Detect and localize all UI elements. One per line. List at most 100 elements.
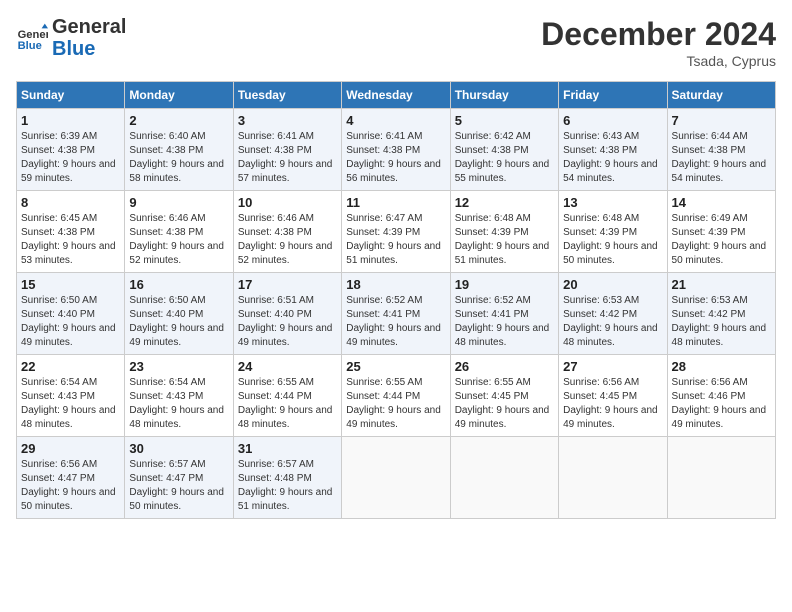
- calendar-cell: 17 Sunrise: 6:51 AM Sunset: 4:40 PM Dayl…: [233, 273, 341, 355]
- calendar-week-row: 1 Sunrise: 6:39 AM Sunset: 4:38 PM Dayli…: [17, 109, 776, 191]
- calendar-cell: 14 Sunrise: 6:49 AM Sunset: 4:39 PM Dayl…: [667, 191, 775, 273]
- calendar-cell: [342, 437, 450, 519]
- calendar-cell: 7 Sunrise: 6:44 AM Sunset: 4:38 PM Dayli…: [667, 109, 775, 191]
- day-info: Sunrise: 6:56 AM Sunset: 4:45 PM Dayligh…: [563, 376, 662, 432]
- calendar-cell: 3 Sunrise: 6:41 AM Sunset: 4:38 PM Dayli…: [233, 109, 341, 191]
- day-number: 18: [346, 277, 445, 292]
- day-number: 26: [455, 359, 554, 374]
- day-number: 12: [455, 195, 554, 210]
- calendar-cell: 16 Sunrise: 6:50 AM Sunset: 4:40 PM Dayl…: [125, 273, 233, 355]
- day-number: 17: [238, 277, 337, 292]
- svg-text:Blue: Blue: [18, 40, 42, 52]
- day-info: Sunrise: 6:48 AM Sunset: 4:39 PM Dayligh…: [563, 212, 662, 268]
- day-info: Sunrise: 6:51 AM Sunset: 4:40 PM Dayligh…: [238, 294, 337, 350]
- calendar-header-wednesday: Wednesday: [342, 82, 450, 109]
- calendar-header-friday: Friday: [559, 82, 667, 109]
- calendar-cell: 27 Sunrise: 6:56 AM Sunset: 4:45 PM Dayl…: [559, 355, 667, 437]
- calendar-header-tuesday: Tuesday: [233, 82, 341, 109]
- day-info: Sunrise: 6:40 AM Sunset: 4:38 PM Dayligh…: [129, 130, 228, 186]
- calendar-cell: 30 Sunrise: 6:57 AM Sunset: 4:47 PM Dayl…: [125, 437, 233, 519]
- day-number: 9: [129, 195, 228, 210]
- day-number: 24: [238, 359, 337, 374]
- day-info: Sunrise: 6:50 AM Sunset: 4:40 PM Dayligh…: [21, 294, 120, 350]
- calendar-header-monday: Monday: [125, 82, 233, 109]
- calendar-cell: 21 Sunrise: 6:53 AM Sunset: 4:42 PM Dayl…: [667, 273, 775, 355]
- svg-text:General: General: [18, 29, 48, 41]
- day-info: Sunrise: 6:56 AM Sunset: 4:47 PM Dayligh…: [21, 458, 120, 514]
- calendar-cell: 24 Sunrise: 6:55 AM Sunset: 4:44 PM Dayl…: [233, 355, 341, 437]
- calendar-header-saturday: Saturday: [667, 82, 775, 109]
- calendar-cell: [559, 437, 667, 519]
- calendar-header-sunday: Sunday: [17, 82, 125, 109]
- calendar-cell: 13 Sunrise: 6:48 AM Sunset: 4:39 PM Dayl…: [559, 191, 667, 273]
- page-header: General Blue GeneralBlue December 2024 T…: [16, 16, 776, 69]
- calendar-cell: 28 Sunrise: 6:56 AM Sunset: 4:46 PM Dayl…: [667, 355, 775, 437]
- day-info: Sunrise: 6:55 AM Sunset: 4:45 PM Dayligh…: [455, 376, 554, 432]
- day-number: 13: [563, 195, 662, 210]
- calendar-cell: 18 Sunrise: 6:52 AM Sunset: 4:41 PM Dayl…: [342, 273, 450, 355]
- calendar-week-row: 29 Sunrise: 6:56 AM Sunset: 4:47 PM Dayl…: [17, 437, 776, 519]
- calendar-cell: 10 Sunrise: 6:46 AM Sunset: 4:38 PM Dayl…: [233, 191, 341, 273]
- day-number: 14: [672, 195, 771, 210]
- day-number: 29: [21, 441, 120, 456]
- calendar-cell: 6 Sunrise: 6:43 AM Sunset: 4:38 PM Dayli…: [559, 109, 667, 191]
- calendar-week-row: 15 Sunrise: 6:50 AM Sunset: 4:40 PM Dayl…: [17, 273, 776, 355]
- day-number: 16: [129, 277, 228, 292]
- calendar-cell: 26 Sunrise: 6:55 AM Sunset: 4:45 PM Dayl…: [450, 355, 558, 437]
- calendar-cell: 4 Sunrise: 6:41 AM Sunset: 4:38 PM Dayli…: [342, 109, 450, 191]
- day-number: 11: [346, 195, 445, 210]
- day-number: 23: [129, 359, 228, 374]
- day-info: Sunrise: 6:43 AM Sunset: 4:38 PM Dayligh…: [563, 130, 662, 186]
- calendar-cell: [667, 437, 775, 519]
- calendar-cell: 5 Sunrise: 6:42 AM Sunset: 4:38 PM Dayli…: [450, 109, 558, 191]
- day-number: 21: [672, 277, 771, 292]
- day-number: 25: [346, 359, 445, 374]
- day-number: 2: [129, 113, 228, 128]
- day-info: Sunrise: 6:49 AM Sunset: 4:39 PM Dayligh…: [672, 212, 771, 268]
- calendar-table: SundayMondayTuesdayWednesdayThursdayFrid…: [16, 81, 776, 519]
- day-number: 31: [238, 441, 337, 456]
- day-number: 3: [238, 113, 337, 128]
- day-number: 27: [563, 359, 662, 374]
- day-info: Sunrise: 6:45 AM Sunset: 4:38 PM Dayligh…: [21, 212, 120, 268]
- day-number: 22: [21, 359, 120, 374]
- day-info: Sunrise: 6:54 AM Sunset: 4:43 PM Dayligh…: [129, 376, 228, 432]
- day-number: 6: [563, 113, 662, 128]
- day-number: 28: [672, 359, 771, 374]
- day-info: Sunrise: 6:52 AM Sunset: 4:41 PM Dayligh…: [455, 294, 554, 350]
- day-info: Sunrise: 6:44 AM Sunset: 4:38 PM Dayligh…: [672, 130, 771, 186]
- day-info: Sunrise: 6:46 AM Sunset: 4:38 PM Dayligh…: [129, 212, 228, 268]
- day-info: Sunrise: 6:50 AM Sunset: 4:40 PM Dayligh…: [129, 294, 228, 350]
- day-number: 5: [455, 113, 554, 128]
- day-number: 8: [21, 195, 120, 210]
- day-info: Sunrise: 6:57 AM Sunset: 4:47 PM Dayligh…: [129, 458, 228, 514]
- day-info: Sunrise: 6:41 AM Sunset: 4:38 PM Dayligh…: [238, 130, 337, 186]
- day-info: Sunrise: 6:46 AM Sunset: 4:38 PM Dayligh…: [238, 212, 337, 268]
- logo-icon: General Blue: [16, 22, 48, 54]
- calendar-cell: 22 Sunrise: 6:54 AM Sunset: 4:43 PM Dayl…: [17, 355, 125, 437]
- day-number: 19: [455, 277, 554, 292]
- calendar-cell: 19 Sunrise: 6:52 AM Sunset: 4:41 PM Dayl…: [450, 273, 558, 355]
- calendar-week-row: 8 Sunrise: 6:45 AM Sunset: 4:38 PM Dayli…: [17, 191, 776, 273]
- day-info: Sunrise: 6:42 AM Sunset: 4:38 PM Dayligh…: [455, 130, 554, 186]
- day-info: Sunrise: 6:53 AM Sunset: 4:42 PM Dayligh…: [563, 294, 662, 350]
- day-info: Sunrise: 6:39 AM Sunset: 4:38 PM Dayligh…: [21, 130, 120, 186]
- logo-text: GeneralBlue: [52, 16, 126, 60]
- month-title: December 2024: [541, 16, 776, 53]
- day-number: 30: [129, 441, 228, 456]
- day-info: Sunrise: 6:56 AM Sunset: 4:46 PM Dayligh…: [672, 376, 771, 432]
- day-info: Sunrise: 6:53 AM Sunset: 4:42 PM Dayligh…: [672, 294, 771, 350]
- day-number: 7: [672, 113, 771, 128]
- calendar-cell: 1 Sunrise: 6:39 AM Sunset: 4:38 PM Dayli…: [17, 109, 125, 191]
- day-number: 4: [346, 113, 445, 128]
- day-number: 20: [563, 277, 662, 292]
- day-info: Sunrise: 6:55 AM Sunset: 4:44 PM Dayligh…: [346, 376, 445, 432]
- calendar-cell: 15 Sunrise: 6:50 AM Sunset: 4:40 PM Dayl…: [17, 273, 125, 355]
- calendar-cell: 9 Sunrise: 6:46 AM Sunset: 4:38 PM Dayli…: [125, 191, 233, 273]
- calendar-cell: 23 Sunrise: 6:54 AM Sunset: 4:43 PM Dayl…: [125, 355, 233, 437]
- day-info: Sunrise: 6:41 AM Sunset: 4:38 PM Dayligh…: [346, 130, 445, 186]
- title-block: December 2024 Tsada, Cyprus: [541, 16, 776, 69]
- day-number: 1: [21, 113, 120, 128]
- calendar-cell: 29 Sunrise: 6:56 AM Sunset: 4:47 PM Dayl…: [17, 437, 125, 519]
- calendar-cell: 11 Sunrise: 6:47 AM Sunset: 4:39 PM Dayl…: [342, 191, 450, 273]
